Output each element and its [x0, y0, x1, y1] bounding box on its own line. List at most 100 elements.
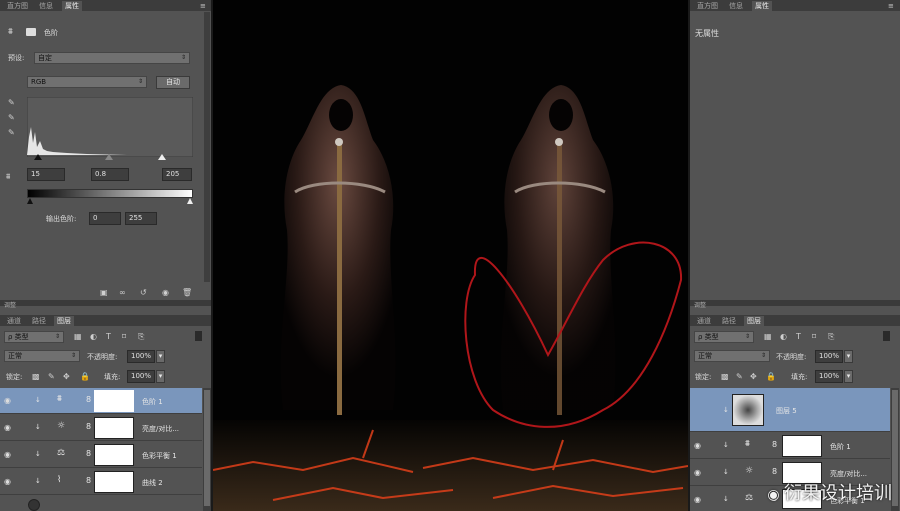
lock-transparent-icon[interactable]: ▩: [32, 373, 40, 381]
layer-name[interactable]: 色阶 1: [142, 397, 163, 407]
layers-scroll-thumb[interactable]: [204, 390, 210, 506]
layer-mask-thumbnail[interactable]: [782, 435, 822, 457]
adjustment-filter-icon[interactable]: ◐: [90, 333, 97, 341]
lock-position-icon[interactable]: ✥: [750, 373, 757, 381]
white-eyedropper-icon[interactable]: ✎: [8, 129, 15, 137]
visibility-eye-icon[interactable]: ◉: [4, 450, 14, 459]
layer-row[interactable]: ◉ ↓ ⩩ 8 色阶 1: [690, 433, 890, 459]
lock-image-icon[interactable]: ✎: [48, 373, 55, 381]
layer-mask-thumbnail[interactable]: [94, 471, 134, 493]
layer-name[interactable]: 亮度/对比...: [830, 469, 867, 479]
smart-object-filter-icon[interactable]: ⎘: [138, 333, 144, 341]
mask-icon[interactable]: [26, 28, 36, 36]
tab-paths[interactable]: 路径: [29, 316, 49, 326]
tab-paths[interactable]: 路径: [719, 316, 739, 326]
output-slider-track[interactable]: [27, 198, 193, 205]
fill-slider-button[interactable]: ▾: [156, 370, 165, 383]
output-black-field[interactable]: 0: [89, 212, 121, 225]
tab-info[interactable]: 信息: [726, 1, 746, 11]
layer-filter-dropdown[interactable]: ρ 类型 ⇕: [694, 331, 754, 343]
layer-name[interactable]: 色阶 1: [830, 442, 851, 452]
panel-menu-icon[interactable]: ≡: [200, 2, 206, 10]
pixel-filter-icon[interactable]: ▦: [74, 333, 82, 341]
clip-warning-icon[interactable]: ⩩: [6, 173, 10, 181]
adjustment-filter-icon[interactable]: ◐: [780, 333, 787, 341]
lock-all-icon[interactable]: 🔒: [766, 373, 776, 381]
panel-menu-icon[interactable]: ≡: [888, 2, 894, 10]
lock-all-icon[interactable]: 🔒: [80, 373, 90, 381]
lock-position-icon[interactable]: ✥: [63, 373, 70, 381]
visibility-eye-icon[interactable]: ◉: [4, 477, 14, 486]
left-props-scrollbar[interactable]: [204, 12, 210, 282]
blend-mode-dropdown[interactable]: 正常 ⇕: [4, 350, 80, 362]
type-filter-icon[interactable]: T: [106, 333, 111, 341]
chain-link-icon[interactable]: 8: [86, 476, 91, 485]
input-white-field[interactable]: 205: [162, 168, 192, 181]
tab-layers[interactable]: 图层: [744, 316, 764, 326]
lock-image-icon[interactable]: ✎: [736, 373, 743, 381]
opacity-slider-button[interactable]: ▾: [844, 350, 853, 363]
tab-properties[interactable]: 属性: [752, 1, 772, 11]
layer-row[interactable]: ↓ 图层 5: [690, 388, 890, 432]
layer-name[interactable]: 曲线 2: [142, 478, 163, 488]
adjust-collapsed-bar[interactable]: [690, 300, 900, 306]
layer-row[interactable]: ◉ ↓ ⩩ 8 色阶 1: [0, 388, 202, 414]
blend-mode-dropdown[interactable]: 正常 ⇕: [694, 350, 770, 362]
channel-dropdown[interactable]: RGB ⇕: [27, 76, 147, 88]
reset-icon[interactable]: ↺: [140, 289, 147, 297]
layer-row[interactable]: ◉ ↓ ☼ 8 亮度/对比...: [0, 415, 202, 441]
layer-thumbnail[interactable]: [28, 499, 40, 511]
opacity-field[interactable]: 100%: [815, 350, 843, 363]
shape-filter-icon[interactable]: ⌑: [812, 333, 816, 341]
adjust-collapsed-bar[interactable]: [0, 300, 211, 306]
layer-filter-dropdown[interactable]: ρ 类型 ⇕: [4, 331, 64, 343]
fill-field[interactable]: 100%: [815, 370, 843, 383]
layer-mask-thumbnail[interactable]: [94, 390, 134, 412]
layer-name[interactable]: 色彩平衡 1: [142, 451, 177, 461]
shape-filter-icon[interactable]: ⌑: [122, 333, 126, 341]
input-slider-track[interactable]: [27, 153, 193, 161]
gray-eyedropper-icon[interactable]: ✎: [8, 114, 15, 122]
chain-link-icon[interactable]: 8: [86, 395, 91, 404]
filter-toggle-icon[interactable]: [883, 331, 890, 341]
layers-scroll-thumb[interactable]: [892, 390, 898, 506]
tab-info[interactable]: 信息: [36, 1, 56, 11]
opacity-slider-button[interactable]: ▾: [156, 350, 165, 363]
clip-to-layer-icon[interactable]: ▣: [100, 289, 108, 297]
opacity-field[interactable]: 100%: [127, 350, 155, 363]
visibility-eye-icon[interactable]: ◉: [694, 495, 704, 504]
tab-properties[interactable]: 属性: [62, 1, 82, 11]
chain-link-icon[interactable]: 8: [86, 449, 91, 458]
document-canvas[interactable]: [213, 0, 688, 511]
input-black-field[interactable]: 15: [27, 168, 65, 181]
tab-histogram[interactable]: 直方图: [4, 1, 31, 11]
preset-dropdown[interactable]: 自定 ⇕: [34, 52, 190, 64]
visibility-eye-icon[interactable]: ◉: [4, 423, 14, 432]
layer-row[interactable]: ◉ ↓ ⚖ 8 色彩平衡 1: [0, 442, 202, 468]
layer-row[interactable]: ◉ ↓ ⌇ 8 曲线 2: [0, 469, 202, 495]
layer-thumbnail[interactable]: [732, 394, 764, 426]
tab-histogram[interactable]: 直方图: [694, 1, 721, 11]
layer-name[interactable]: 亮度/对比...: [142, 424, 179, 434]
chain-link-icon[interactable]: 8: [772, 467, 777, 476]
visibility-icon[interactable]: ◉: [162, 289, 169, 297]
fill-field[interactable]: 100%: [127, 370, 155, 383]
chain-link-icon[interactable]: 8: [772, 440, 777, 449]
view-previous-icon[interactable]: ∞: [119, 289, 126, 297]
auto-button[interactable]: 自动: [156, 76, 190, 89]
output-white-field[interactable]: 255: [125, 212, 157, 225]
layer-name[interactable]: 图层 5: [776, 406, 797, 416]
tab-channels[interactable]: 通道: [4, 316, 24, 326]
layer-mask-thumbnail[interactable]: [94, 444, 134, 466]
filter-toggle-icon[interactable]: [195, 331, 202, 341]
chain-link-icon[interactable]: 8: [86, 422, 91, 431]
pixel-filter-icon[interactable]: ▦: [764, 333, 772, 341]
layers-scrollbar[interactable]: [203, 388, 211, 511]
tab-layers[interactable]: 图层: [54, 316, 74, 326]
input-gamma-field[interactable]: 0.8: [91, 168, 129, 181]
black-eyedropper-icon[interactable]: ✎: [8, 99, 15, 107]
visibility-eye-icon[interactable]: ◉: [694, 468, 704, 477]
lock-transparent-icon[interactable]: ▩: [721, 373, 729, 381]
fill-slider-button[interactable]: ▾: [844, 370, 853, 383]
visibility-eye-icon[interactable]: ◉: [4, 396, 14, 405]
